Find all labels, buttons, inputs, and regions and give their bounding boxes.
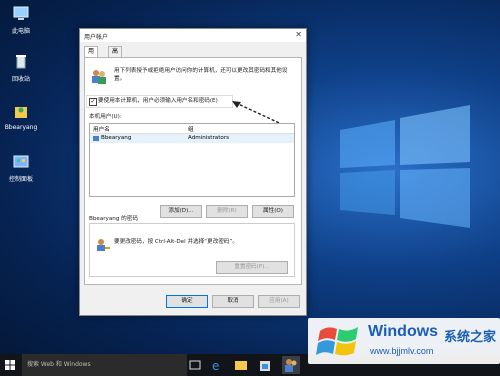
desktop-icon-label: Bbearyang <box>4 124 38 131</box>
require-password-checkbox-row[interactable]: ✓ 要使用本计算机，用户必须输入用户名和密码(E) <box>86 95 233 108</box>
watermark-brand: 系统之家 <box>444 330 497 345</box>
store-icon[interactable] <box>258 358 272 372</box>
tab-advanced[interactable]: 高级 <box>108 46 123 65</box>
local-users-label: 本机用户(U): <box>89 114 122 120</box>
password-hint: 要更改密码，按 Ctrl-Alt-Del 并选择“更改密码”。 <box>114 239 239 245</box>
control-panel-icon <box>13 155 29 168</box>
file-explorer-icon[interactable] <box>234 358 248 372</box>
desktop-icon-label: 控制面板 <box>8 176 33 183</box>
close-icon[interactable]: ✕ <box>295 30 302 39</box>
desktop-icon-control-panel[interactable]: 控制面板 <box>4 154 38 183</box>
user-accounts-dialog: 用户帐户 ✕ 用户 高级 用下列表授予或拒绝用户访问你的计算机，还可以更改其密码… <box>79 28 307 316</box>
taskbar-search-input[interactable]: 搜索 Web 和 Windows <box>22 354 187 376</box>
windows-flag-logo <box>316 327 358 356</box>
password-group: 要更改密码，按 Ctrl-Alt-Del 并选择“更改密码”。 重置密码(P).… <box>89 223 295 277</box>
properties-button[interactable]: 属性(O) <box>252 205 294 218</box>
start-icon[interactable] <box>5 360 15 370</box>
watermark-url: www.bjjmlv.com <box>370 346 434 356</box>
computer-icon <box>13 6 29 20</box>
row-username: Bbearyang <box>101 135 132 141</box>
dialog-titlebar[interactable]: 用户帐户 ✕ <box>80 29 306 42</box>
users-icon <box>92 70 106 84</box>
user-accounts-taskbar-icon[interactable] <box>282 356 300 374</box>
require-password-label: 要使用本计算机，用户必须输入用户名和密码(E) <box>98 98 218 104</box>
site-watermark: Windows 系统之家 www.bjjmlv.com <box>308 318 500 364</box>
apply-button[interactable]: 应用(A) <box>258 295 300 308</box>
desktop-icon-recycle-bin[interactable]: 回收站 <box>4 54 38 83</box>
column-header-username[interactable]: 用户名 <box>93 125 110 133</box>
edge-browser-icon[interactable]: e <box>210 358 224 372</box>
watermark-title: Windows <box>368 323 439 340</box>
password-group-title: Bbearyang 的密码 <box>89 215 140 223</box>
column-header-group[interactable]: 组 <box>188 125 194 133</box>
ok-button[interactable]: 确定 <box>166 295 208 308</box>
list-header: 用户名 组 <box>90 124 294 134</box>
remove-user-button[interactable]: 删除(R) <box>206 205 248 218</box>
cancel-button[interactable]: 取消 <box>212 295 254 308</box>
users-list[interactable]: 用户名 组 Bbearyang Administrators <box>89 123 295 197</box>
user-icon <box>93 136 99 141</box>
user-key-icon <box>97 239 110 251</box>
user-folder-icon <box>15 107 27 118</box>
table-row[interactable]: Bbearyang Administrators <box>90 134 294 143</box>
require-password-checkbox[interactable]: ✓ <box>89 98 97 106</box>
dialog-description: 用下列表授予或拒绝用户访问你的计算机，还可以更改其密码和其他设置。 <box>114 68 288 82</box>
add-user-button[interactable]: 添加(D)... <box>160 205 202 218</box>
desktop-icon-label: 此电脑 <box>11 28 30 35</box>
windows-wallpaper-logo <box>340 105 470 228</box>
dialog-title: 用户帐户 <box>84 34 109 41</box>
row-group: Administrators <box>188 135 230 141</box>
task-view-icon[interactable] <box>188 358 202 372</box>
recycle-bin-icon <box>16 55 26 69</box>
desktop-icon-this-pc[interactable]: 此电脑 <box>4 6 38 35</box>
reset-password-button[interactable]: 重置密码(P)... <box>216 261 288 274</box>
desktop-icon-label: 回收站 <box>11 76 30 83</box>
desktop-icon-user-folder[interactable]: Bbearyang <box>4 104 38 131</box>
svg-text:e: e <box>212 359 219 372</box>
